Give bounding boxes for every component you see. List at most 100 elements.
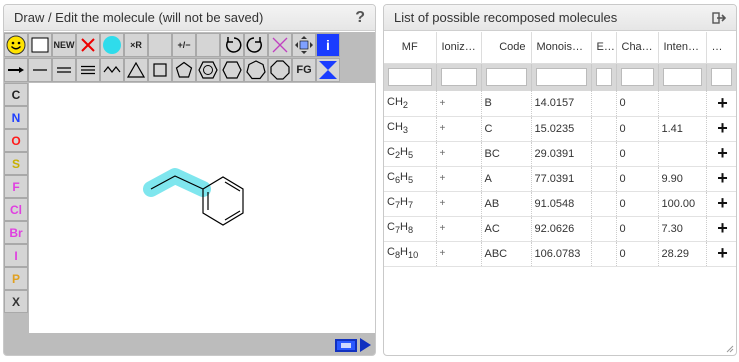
atom-n-button[interactable]: N (4, 106, 28, 129)
resize-handle-icon[interactable] (726, 345, 734, 353)
col-header-ionization[interactable]: Ioniz… (436, 32, 482, 64)
mf-text: C7H (387, 196, 408, 211)
add-button[interactable]: + (706, 141, 736, 167)
col-header-monoisotopic[interactable]: Monois… (531, 32, 592, 64)
filter-input-more[interactable] (710, 68, 732, 87)
table-row[interactable]: C6H5 + A 77.0391 0 9.90 + (384, 166, 736, 192)
help-button[interactable]: ? (355, 9, 365, 27)
mf-cell: C8H10 (384, 241, 437, 267)
atom-o-button[interactable]: O (4, 129, 28, 152)
remove-r-group-button[interactable]: ×R (124, 33, 148, 57)
delete-icon[interactable] (76, 33, 100, 57)
charge-button[interactable]: +/− (172, 33, 196, 57)
col-header-mf[interactable]: MF (384, 32, 437, 64)
undo-icon[interactable] (220, 33, 244, 57)
add-button[interactable]: + (706, 216, 736, 242)
new-button[interactable]: NEW (52, 33, 76, 57)
mf-text: C7H (387, 221, 408, 236)
window-icon[interactable] (335, 339, 357, 352)
filter-cell (436, 63, 482, 91)
add-button[interactable]: + (706, 116, 736, 142)
double-bond-icon[interactable] (52, 58, 76, 82)
intensity-cell (658, 91, 707, 117)
col-header-e[interactable]: E… (591, 32, 617, 64)
col-header-more[interactable]: … (706, 32, 736, 64)
chain-bond-icon[interactable] (4, 58, 28, 82)
filter-input-monoisotopic[interactable] (535, 68, 587, 87)
octagon-ring-icon[interactable] (268, 58, 292, 82)
table-row[interactable]: C2H5 + BC 29.0391 0 + (384, 141, 736, 167)
export-icon[interactable] (712, 11, 726, 24)
heptagon-ring-icon[interactable] (244, 58, 268, 82)
redo-icon[interactable] (244, 33, 268, 57)
info-icon[interactable]: i (316, 33, 340, 57)
highlight-color-icon[interactable] (100, 33, 124, 57)
add-button[interactable]: + (706, 191, 736, 217)
ionization-cell: + (436, 141, 482, 167)
monoisotopic-cell: 15.0235 (531, 116, 592, 142)
atom-p-button[interactable]: P (4, 267, 28, 290)
intensity-cell: 9.90 (658, 166, 707, 192)
filter-input-code[interactable] (485, 68, 527, 87)
atom-label: Br (9, 225, 23, 240)
atom-x-button[interactable]: X (4, 290, 28, 313)
drawing-canvas[interactable] (29, 83, 375, 333)
table-row[interactable]: C7H8 + AC 92.0626 0 7.30 + (384, 216, 736, 242)
triangle-ring-icon[interactable] (124, 58, 148, 82)
code-cell: AB (481, 191, 532, 217)
atom-cl-button[interactable]: Cl (4, 198, 28, 221)
intensity-cell: 1.41 (658, 116, 707, 142)
single-bond-icon[interactable] (28, 58, 52, 82)
header-row: MF Ioniz… Code Monois… E… Cha… Inten… … (384, 32, 736, 64)
hexagon-ring-icon[interactable] (220, 58, 244, 82)
editor-header: Draw / Edit the molecule (will not be sa… (4, 5, 375, 31)
play-icon[interactable] (360, 338, 371, 352)
info-label: i (326, 37, 330, 53)
filter-cell (481, 63, 532, 91)
smiley-icon[interactable] (4, 33, 28, 57)
chain-icon[interactable] (100, 58, 124, 82)
monoisotopic-cell: 14.0157 (531, 91, 592, 117)
filter-input-ionization[interactable] (440, 68, 477, 87)
triple-bond-icon[interactable] (76, 58, 100, 82)
square-ring-icon[interactable] (148, 58, 172, 82)
editor-body: NEW ×R +/− i FG C N O S F Cl Br I P X (4, 32, 375, 355)
functional-group-button[interactable]: FG (292, 58, 316, 82)
atom-s-button[interactable]: S (4, 152, 28, 175)
filter-input-mf[interactable] (388, 68, 432, 87)
intensity-cell: 100.00 (658, 191, 707, 217)
code-cell: A (481, 166, 532, 192)
add-button[interactable]: + (706, 241, 736, 267)
results-panel: List of possible recomposed molecules MF… (383, 4, 737, 356)
clear-icon[interactable] (268, 33, 292, 57)
atom-label: C (11, 87, 21, 102)
col-header-code[interactable]: Code (481, 32, 532, 64)
filter-input-charge[interactable] (620, 68, 654, 87)
e-cell (591, 216, 617, 242)
ionization-cell: + (436, 216, 482, 242)
add-button[interactable]: + (706, 91, 736, 117)
atom-label: O (11, 133, 21, 148)
benzene-ring-icon[interactable] (196, 58, 220, 82)
atom-f-button[interactable]: F (4, 175, 28, 198)
add-button[interactable]: + (706, 166, 736, 192)
table-row[interactable]: CH3 + C 15.0235 0 1.41 + (384, 116, 736, 142)
table-row[interactable]: C8H10 + ABC 106.0783 0 28.29 + (384, 241, 736, 267)
select-rectangle-icon[interactable] (28, 33, 52, 57)
atom-br-button[interactable]: Br (4, 221, 28, 244)
table-row[interactable]: CH2 + B 14.0157 0 + (384, 91, 736, 117)
table-row[interactable]: C7H7 + AB 91.0548 0 100.00 + (384, 191, 736, 217)
e-cell (591, 141, 617, 167)
col-header-charge[interactable]: Cha… (616, 32, 659, 64)
filter-input-e[interactable] (595, 68, 612, 87)
template-icon[interactable] (316, 58, 340, 82)
atom-c-button[interactable]: C (4, 83, 28, 106)
move-icon[interactable] (292, 33, 316, 57)
filter-input-intensity[interactable] (662, 68, 702, 87)
col-header-intensity[interactable]: Inten… (658, 32, 707, 64)
pentagon-ring-icon[interactable] (172, 58, 196, 82)
ionization-cell: + (436, 91, 482, 117)
charge-cell: 0 (616, 191, 659, 217)
atom-i-button[interactable]: I (4, 244, 28, 267)
atom-label: F (12, 179, 20, 194)
